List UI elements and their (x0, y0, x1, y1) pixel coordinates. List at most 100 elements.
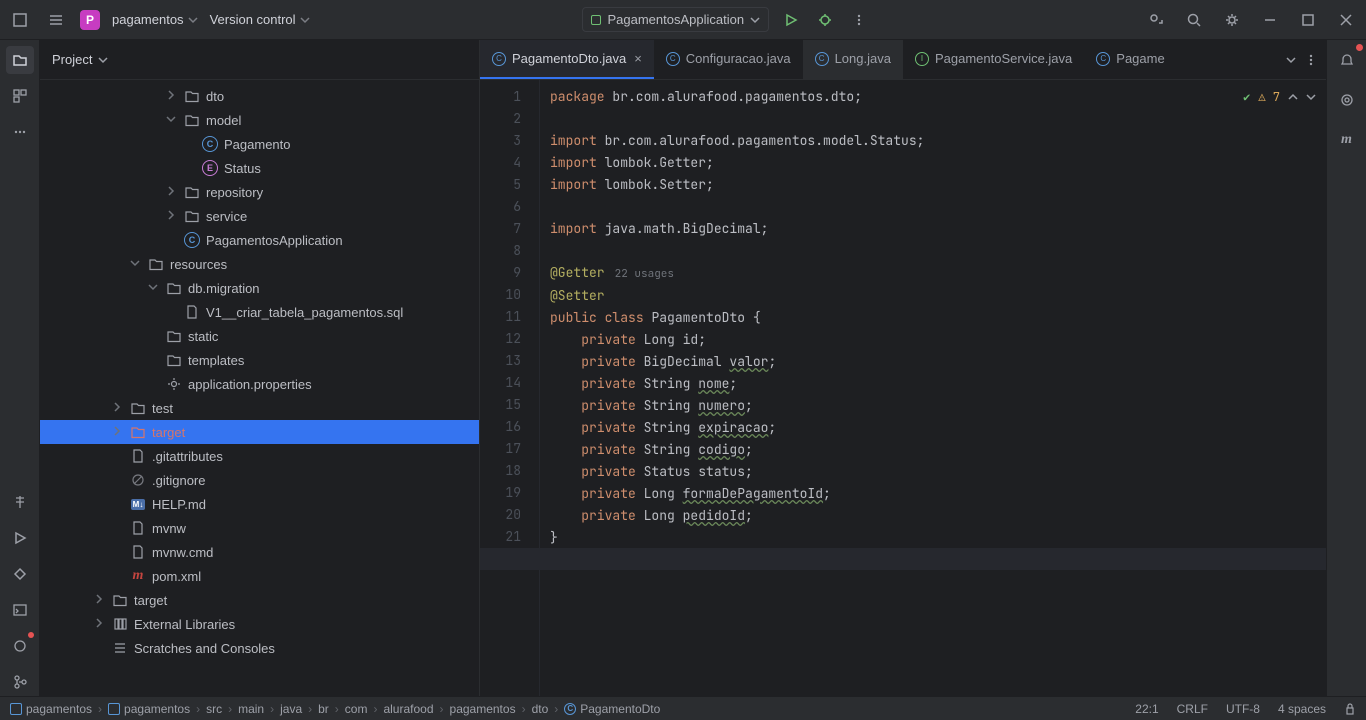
structure-tool-button[interactable] (6, 82, 34, 110)
ai-assistant-button[interactable] (1333, 86, 1361, 114)
tree-item[interactable]: CPagamentosApplication (40, 228, 479, 252)
tree-item-label: Scratches and Consoles (134, 641, 275, 656)
tree-item[interactable]: application.properties (40, 372, 479, 396)
folder-icon (184, 112, 200, 128)
code-editor[interactable]: 12345678910111213141516171819202122 pack… (480, 80, 1326, 696)
tree-item[interactable]: templates (40, 348, 479, 372)
class-icon: C (202, 136, 218, 152)
readonly-lock-icon[interactable] (1344, 703, 1356, 715)
scratch-icon (112, 640, 128, 656)
tree-item[interactable]: target (40, 588, 479, 612)
breadcrumb-item[interactable]: main (238, 702, 264, 716)
breadcrumb-item[interactable]: pagamentos (10, 702, 92, 716)
editor-tab[interactable]: CPagamentoDto.java× (480, 40, 654, 79)
tree-item[interactable]: CPagamento (40, 132, 479, 156)
minimize-button[interactable] (1258, 8, 1282, 32)
tree-item[interactable]: mvnw (40, 516, 479, 540)
more-tools-button[interactable] (6, 118, 34, 146)
maven-tool-button[interactable]: m (1333, 126, 1361, 154)
editor-tab[interactable]: IPagamentoService.java (903, 40, 1084, 79)
breadcrumb-item[interactable]: br (318, 702, 329, 716)
tree-item[interactable]: Scratches and Consoles (40, 636, 479, 660)
cursor-position[interactable]: 22:1 (1135, 702, 1158, 716)
indent-config[interactable]: 4 spaces (1278, 702, 1326, 716)
breadcrumb-item[interactable]: com (345, 702, 368, 716)
inspection-check-icon[interactable]: ✔ (1243, 86, 1250, 108)
chevron-down-icon[interactable] (98, 55, 108, 65)
lib-icon (112, 616, 128, 632)
tree-item[interactable]: mpom.xml (40, 564, 479, 588)
editor-tab[interactable]: CConfiguracao.java (654, 40, 803, 79)
breadcrumb-item[interactable]: pagamentos (108, 702, 190, 716)
settings-gear-icon[interactable] (1220, 8, 1244, 32)
vcs-menu[interactable]: Version control (210, 12, 310, 27)
more-tabs-icon[interactable] (1304, 53, 1318, 67)
project-tree[interactable]: dtomodelCPagamentoEStatusrepositoryservi… (40, 80, 479, 696)
tree-item[interactable]: model (40, 108, 479, 132)
editor-tab[interactable]: CLong.java (803, 40, 903, 79)
breadcrumbs[interactable]: pagamentos›pagamentos›src›main›java›br›c… (10, 702, 660, 716)
more-actions-icon[interactable] (847, 8, 871, 32)
notifications-button[interactable] (1333, 46, 1361, 74)
chevron-up-icon[interactable] (1288, 92, 1298, 102)
tree-item-label: templates (188, 353, 244, 368)
debug-button[interactable] (813, 8, 837, 32)
close-button[interactable] (1334, 8, 1358, 32)
tree-item[interactable]: V1__criar_tabela_pagamentos.sql (40, 300, 479, 324)
tree-item-label: .gitattributes (152, 449, 223, 464)
tree-arrow-icon (148, 282, 160, 294)
chevron-down-icon[interactable] (1306, 92, 1316, 102)
tree-item[interactable]: EStatus (40, 156, 479, 180)
tree-item[interactable]: .gitattributes (40, 444, 479, 468)
breadcrumb-item[interactable]: pagamentos (450, 702, 516, 716)
tree-item[interactable]: test (40, 396, 479, 420)
services-tool-button[interactable] (6, 560, 34, 588)
folder-icon (184, 184, 200, 200)
tree-item[interactable]: mvnw.cmd (40, 540, 479, 564)
tree-item[interactable]: service (40, 204, 479, 228)
run-button[interactable] (779, 8, 803, 32)
tree-item[interactable]: db.migration (40, 276, 479, 300)
tree-item[interactable]: dto (40, 84, 479, 108)
hamburger-icon[interactable] (44, 8, 68, 32)
project-name: pagamentos (112, 12, 184, 27)
tree-item[interactable]: .gitignore (40, 468, 479, 492)
gear-icon (166, 376, 182, 392)
tree-item[interactable]: static (40, 324, 479, 348)
tree-item[interactable]: target (40, 420, 479, 444)
line-separator[interactable]: CRLF (1177, 702, 1208, 716)
tree-item[interactable]: resources (40, 252, 479, 276)
close-tab-icon[interactable]: × (634, 51, 642, 66)
code-content[interactable]: package br.com.alurafood.pagamentos.dto;… (540, 80, 1326, 696)
bookmarks-tool-button[interactable] (6, 488, 34, 516)
breadcrumb-item[interactable]: alurafood (383, 702, 433, 716)
breadcrumb-item[interactable]: CPagamentoDto (564, 702, 660, 716)
breadcrumb-item[interactable]: src (206, 702, 222, 716)
problems-tool-button[interactable] (6, 632, 34, 660)
folder-icon (112, 592, 128, 608)
chevron-down-icon[interactable] (1286, 55, 1296, 65)
target-icon (130, 424, 146, 440)
search-icon[interactable] (1182, 8, 1206, 32)
tree-item[interactable]: M↓HELP.md (40, 492, 479, 516)
breadcrumb-item[interactable]: java (280, 702, 302, 716)
breadcrumb-item[interactable]: dto (532, 702, 549, 716)
tree-item[interactable]: repository (40, 180, 479, 204)
editor-tabs: CPagamentoDto.java×CConfiguracao.javaCLo… (480, 40, 1326, 80)
project-selector[interactable]: pagamentos (112, 12, 198, 27)
breadcrumb-separator: › (373, 702, 377, 716)
editor-tab[interactable]: CPagame (1084, 40, 1176, 79)
tree-arrow-icon (112, 450, 124, 462)
code-with-me-icon[interactable] (1144, 8, 1168, 32)
inspection-warning-count[interactable]: ⚠ 7 (1258, 86, 1280, 108)
project-badge: P (80, 10, 100, 30)
maximize-button[interactable] (1296, 8, 1320, 32)
file-encoding[interactable]: UTF-8 (1226, 702, 1260, 716)
run-config-selector[interactable]: PagamentosApplication (582, 7, 769, 32)
tree-arrow-icon (94, 618, 106, 630)
run-tool-button[interactable] (6, 524, 34, 552)
project-tool-button[interactable] (6, 46, 34, 74)
terminal-tool-button[interactable] (6, 596, 34, 624)
tree-item[interactable]: External Libraries (40, 612, 479, 636)
git-tool-button[interactable] (6, 668, 34, 696)
